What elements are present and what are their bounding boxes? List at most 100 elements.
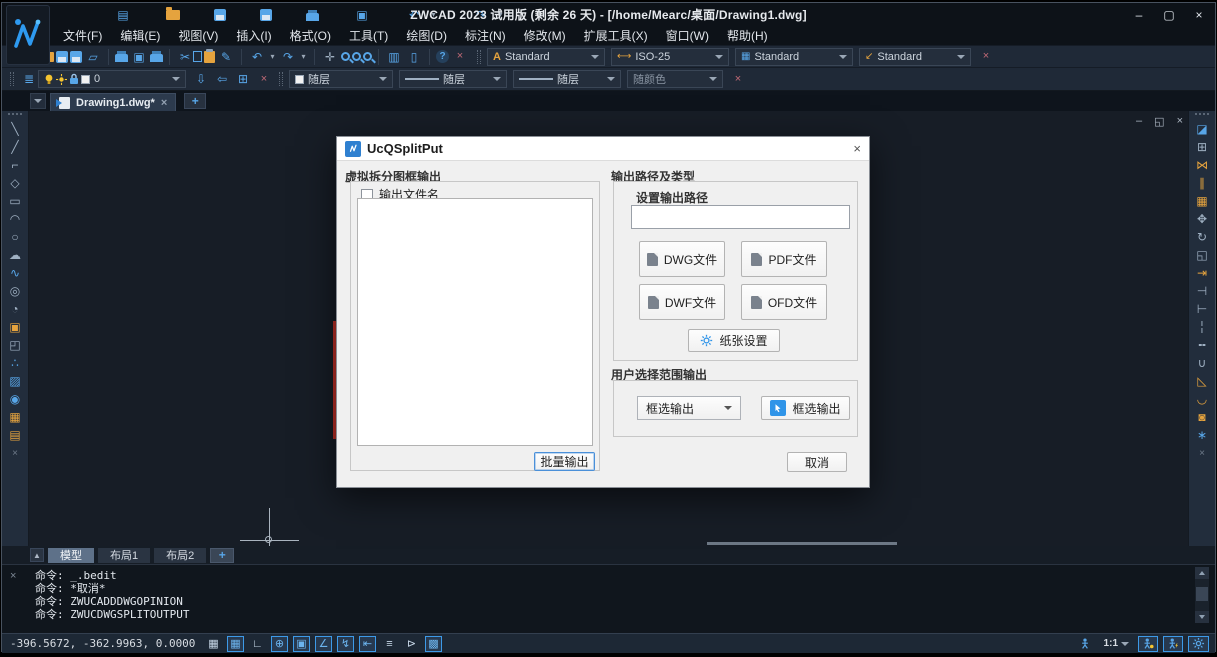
new-document-button[interactable]: + (184, 93, 206, 109)
extend-tool[interactable]: ⊢ (1193, 300, 1211, 318)
toolbar-close-icon[interactable]: × (255, 70, 273, 88)
move-tool[interactable]: ✥ (1193, 210, 1211, 228)
break-tool[interactable]: ╍ (1193, 336, 1211, 354)
point-tool[interactable]: ∴ (6, 354, 24, 372)
status-settings-gear-icon[interactable] (1188, 636, 1209, 652)
layer-select[interactable]: 0 (38, 70, 186, 88)
toolbar-grip[interactable] (8, 113, 22, 117)
print-preview-icon[interactable]: ▣ (130, 48, 148, 66)
undo-dropdown-icon[interactable]: ▾ (268, 48, 277, 66)
paste-icon[interactable] (204, 51, 215, 63)
osnap-toggle[interactable]: ▣ (293, 636, 310, 652)
revision-cloud-tool[interactable]: ☁ (6, 246, 24, 264)
annotation-scale-select[interactable]: 1:1 (1100, 636, 1133, 652)
pdf-file-button[interactable]: PDF文件 (741, 241, 827, 277)
scale-tool[interactable]: ◱ (1193, 246, 1211, 264)
dialog-close-icon[interactable]: × (853, 141, 861, 156)
frame-list-box[interactable] (357, 198, 593, 446)
lineweight-toggle[interactable]: ⇤ (359, 636, 376, 652)
linetype-select[interactable]: 随层 (399, 70, 507, 88)
layout-tab[interactable]: 模型 (48, 548, 94, 563)
layout-tab[interactable]: 布局2 (154, 548, 206, 563)
polar-toggle[interactable]: ⊕ (271, 636, 288, 652)
print-icon[interactable] (115, 54, 128, 62)
minimize-button[interactable]: – (1131, 8, 1147, 22)
layer-make-current-icon[interactable]: ⇩ (192, 70, 210, 88)
region-tool[interactable]: ◙ (1193, 408, 1211, 426)
document-tab-drawing1[interactable]: Drawing1.dwg* × (50, 93, 176, 111)
properties-palette-icon[interactable]: ▥ (385, 48, 403, 66)
ofd-file-button[interactable]: OFD文件 (741, 284, 827, 320)
hatch-tool[interactable]: ▨ (6, 372, 24, 390)
toolbar-grip[interactable] (477, 50, 481, 64)
publish-icon[interactable]: ▱ (84, 48, 102, 66)
close-button[interactable]: × (1191, 8, 1207, 22)
save-as-icon[interactable] (70, 51, 82, 63)
offset-tool[interactable]: ∥ (1193, 174, 1211, 192)
layer-previous-icon[interactable]: ⇦ (213, 70, 231, 88)
rectangle-tool[interactable]: ▭ (6, 192, 24, 210)
layout-tab[interactable]: 布局1 (98, 548, 150, 563)
layout-expand-button[interactable]: ▲ (30, 548, 44, 562)
lineweight-select[interactable]: 随层 (513, 70, 621, 88)
circle-tool[interactable]: ○ (6, 228, 24, 246)
image-tool[interactable]: ▤ (6, 426, 24, 444)
toolbar-grip[interactable] (1195, 113, 1209, 117)
dim-style-select[interactable]: ⟷ ISO-25 (611, 48, 729, 66)
help-icon[interactable]: ? (436, 50, 449, 63)
canvas-hscrollbar[interactable] (707, 542, 897, 545)
chamfer-tool[interactable]: ◺ (1193, 372, 1211, 390)
dyn-input-toggle[interactable]: ↯ (337, 636, 354, 652)
layer-properties-icon[interactable]: ≣ (20, 70, 38, 88)
toolbar-close-icon[interactable]: × (729, 70, 747, 88)
insert-block-tool[interactable]: ▣ (6, 318, 24, 336)
tool-palette-icon[interactable]: ▯ (405, 48, 423, 66)
toolbar-grip[interactable] (279, 72, 283, 86)
copy-icon[interactable] (193, 51, 202, 62)
ellipse-tool[interactable]: ◎ (6, 282, 24, 300)
range-select-output-button[interactable]: 框选输出 (761, 396, 850, 420)
grid-toggle[interactable]: ▦ (227, 636, 244, 652)
polyline-tool[interactable]: ⌐ (6, 156, 24, 174)
gradient-tool[interactable]: ◉ (6, 390, 24, 408)
paper-settings-button[interactable]: 纸张设置 (688, 329, 780, 352)
command-line-panel[interactable]: × 命令: _.bedit命令: *取消*命令: ZWUCADDDWGOPINI… (2, 564, 1215, 633)
undo-icon[interactable]: ↶ (248, 48, 266, 66)
maximize-button[interactable]: ▢ (1161, 8, 1177, 22)
polygon-tool[interactable]: ◇ (6, 174, 24, 192)
redo-dropdown-icon[interactable]: ▾ (299, 48, 308, 66)
trim-tool[interactable]: ⊣ (1193, 282, 1211, 300)
redo-icon[interactable]: ↷ (279, 48, 297, 66)
color-select[interactable]: 随层 (289, 70, 393, 88)
zoom-realtime-icon[interactable] (341, 52, 350, 61)
save-icon[interactable] (56, 51, 68, 63)
stretch-tool[interactable]: ⇥ (1193, 264, 1211, 282)
toolbar-close-icon[interactable]: × (451, 48, 469, 66)
workspace-toggle[interactable]: ▩ (425, 636, 442, 652)
plot-icon[interactable] (150, 54, 163, 62)
annotation-scale-icon[interactable] (1075, 636, 1095, 652)
table-style-select[interactable]: ▦ Standard (735, 48, 853, 66)
batch-output-button[interactable]: 批量输出 (534, 452, 595, 471)
arc-tool[interactable]: ◠ (6, 210, 24, 228)
tab-list-dropdown[interactable] (30, 93, 46, 109)
cut-icon[interactable]: ✂ (176, 48, 194, 66)
annotation-visibility-toggle[interactable] (1138, 636, 1158, 652)
array-tool[interactable]: ▦ (1193, 192, 1211, 210)
toolbar-close-icon[interactable]: × (977, 48, 995, 66)
doc-restore-button[interactable]: ◱ (1154, 115, 1164, 128)
tab-close-icon[interactable]: × (161, 97, 167, 109)
create-block-tool[interactable]: ◰ (6, 336, 24, 354)
doc-minimize-button[interactable]: – (1136, 115, 1142, 128)
new-layout-button[interactable]: + (210, 548, 234, 563)
toolbar-grip[interactable] (10, 72, 14, 86)
toolbar-close-icon[interactable]: × (1199, 448, 1205, 459)
table-tool[interactable]: ▦ (6, 408, 24, 426)
line-tool[interactable]: ╲ (6, 120, 24, 138)
spline-tool[interactable]: ∿ (6, 264, 24, 282)
zoom-object-icon[interactable] (363, 52, 372, 61)
toolbar-close-icon[interactable]: × (12, 448, 18, 459)
ortho-toggle[interactable]: ∟ (249, 636, 266, 652)
zoom-window-icon[interactable] (352, 52, 361, 61)
erase-tool[interactable]: ◪ (1193, 120, 1211, 138)
